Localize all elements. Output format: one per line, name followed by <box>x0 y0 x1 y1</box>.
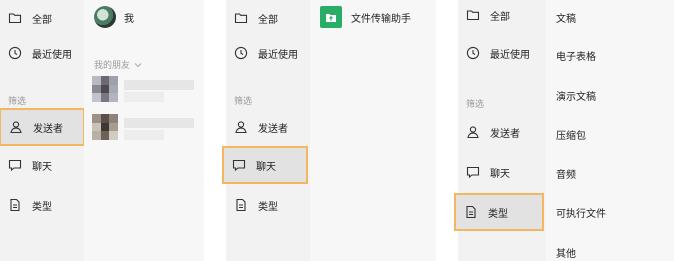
chat-bubble-icon <box>466 165 480 179</box>
me-label: 我 <box>124 13 134 25</box>
folder-arrow-icon <box>320 6 342 28</box>
chat-bubble-icon <box>8 158 22 172</box>
type-archive[interactable]: 压缩包 <box>556 127 586 142</box>
friends-header-label: 我的朋友 <box>94 60 131 70</box>
type-audio[interactable]: 音频 <box>556 166 576 181</box>
filter-heading: 筛选 <box>234 96 253 106</box>
filter-type-label: 类型 <box>32 201 52 213</box>
filter-chat[interactable]: 聊天 <box>458 157 546 187</box>
panel3-sidebar: 全部 最近使用 筛选 发送者 聊天 类型 <box>454 0 546 261</box>
folder-icon <box>234 11 248 25</box>
menu-recent[interactable]: 最近使用 <box>458 38 546 68</box>
name-placeholder <box>124 130 164 140</box>
menu-recent[interactable]: 最近使用 <box>0 38 84 68</box>
me-row[interactable]: 我 <box>94 6 134 28</box>
filter-heading: 筛选 <box>8 96 27 106</box>
name-placeholder <box>124 92 164 102</box>
panel1-list: 我 我的朋友 <box>84 0 204 261</box>
type-presentation[interactable]: 演示文稿 <box>556 88 596 103</box>
menu-recent[interactable]: 最近使用 <box>226 38 310 68</box>
filter-chat[interactable]: 聊天 <box>222 146 308 184</box>
folder-icon <box>8 11 22 25</box>
list-item[interactable] <box>92 76 196 106</box>
menu-all[interactable]: 全部 <box>458 0 546 30</box>
folder-icon <box>466 8 480 22</box>
person-icon <box>234 120 248 134</box>
friends-header[interactable]: 我的朋友 <box>94 58 142 71</box>
chevron-down-icon <box>134 62 142 68</box>
name-placeholder <box>124 80 194 90</box>
filter-sender-label: 发送者 <box>490 128 520 140</box>
menu-recent-label: 最近使用 <box>258 49 298 61</box>
type-spreadsheet[interactable]: 电子表格 <box>556 48 596 63</box>
clock-icon <box>234 46 248 60</box>
menu-recent-label: 最近使用 <box>490 49 530 61</box>
avatar <box>92 76 118 102</box>
name-placeholder <box>124 118 194 128</box>
avatar <box>94 6 116 28</box>
filter-sender-label: 发送者 <box>258 123 288 135</box>
chat-bubble-icon <box>232 158 246 172</box>
menu-recent-label: 最近使用 <box>32 49 72 61</box>
clock-icon <box>466 46 480 60</box>
filter-type-label: 类型 <box>488 208 508 220</box>
list-item[interactable] <box>92 114 196 144</box>
type-executable[interactable]: 可执行文件 <box>556 205 606 220</box>
document-icon <box>234 198 248 212</box>
type-document[interactable]: 文稿 <box>556 10 576 25</box>
filter-chat-label: 聊天 <box>256 161 276 173</box>
menu-all-label: 全部 <box>32 14 52 26</box>
menu-all-label: 全部 <box>258 14 278 26</box>
filter-type[interactable]: 类型 <box>226 190 310 220</box>
filter-sender[interactable]: 发送者 <box>0 108 85 146</box>
filter-heading: 筛选 <box>466 99 485 109</box>
menu-all[interactable]: 全部 <box>0 3 84 33</box>
chat-item-label: 文件传输助手 <box>351 13 411 25</box>
person-icon <box>9 120 23 134</box>
panel2-sidebar: 全部 最近使用 筛选 发送者 聊天 类型 <box>222 0 310 261</box>
document-icon <box>464 205 478 219</box>
filter-chat-label: 聊天 <box>32 161 52 173</box>
filter-chat-label: 聊天 <box>490 168 510 180</box>
filter-type[interactable]: 类型 <box>454 193 544 231</box>
filter-type[interactable]: 类型 <box>0 190 84 220</box>
panel1-sidebar: 全部 最近使用 筛选 发送者 聊天 类型 <box>0 0 85 261</box>
filter-sender-label: 发送者 <box>33 123 63 135</box>
document-icon <box>8 198 22 212</box>
filter-chat[interactable]: 聊天 <box>0 150 84 180</box>
menu-all-label: 全部 <box>490 11 510 23</box>
panel2-list: 文件传输助手 <box>310 0 436 261</box>
chat-item-file-transfer[interactable]: 文件传输助手 <box>320 6 411 28</box>
menu-all[interactable]: 全部 <box>226 3 310 33</box>
filter-sender[interactable]: 发送者 <box>226 112 310 142</box>
type-other[interactable]: 其他 <box>556 245 576 260</box>
avatar <box>92 114 118 140</box>
filter-type-label: 类型 <box>258 201 278 213</box>
person-icon <box>466 125 480 139</box>
clock-icon <box>8 46 22 60</box>
filter-sender[interactable]: 发送者 <box>458 117 546 147</box>
